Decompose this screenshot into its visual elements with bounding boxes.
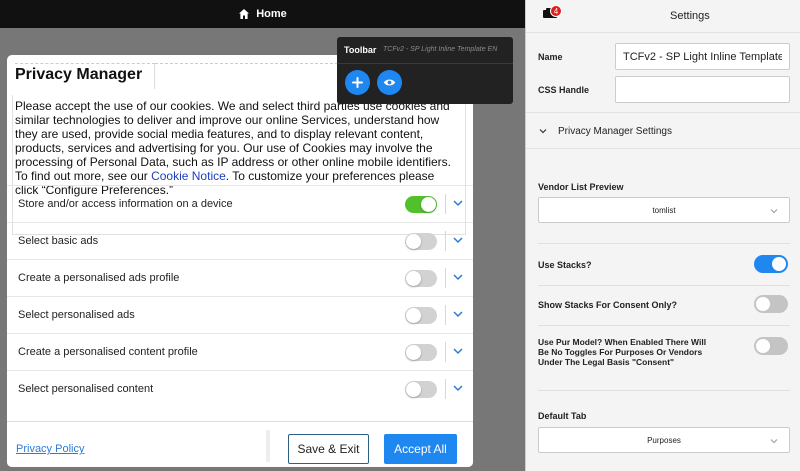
toggle-knob [406, 308, 421, 323]
vendor-list-label: Vendor List Preview [538, 182, 624, 192]
chevron-down-icon [770, 439, 778, 444]
divider [538, 285, 790, 286]
privacy-policy-link[interactable]: Privacy Policy [16, 443, 84, 455]
purpose-toggle[interactable] [405, 196, 437, 213]
toggle-knob [756, 297, 770, 311]
purpose-toggle[interactable] [405, 344, 437, 361]
divider [538, 325, 790, 326]
purpose-label: Store and/or access information on a dev… [18, 198, 233, 210]
css-handle-input[interactable] [615, 76, 790, 103]
purpose-row: Select personalised ads [7, 296, 473, 333]
save-exit-button[interactable]: Save & Exit [288, 434, 369, 464]
purpose-row: Store and/or access information on a dev… [7, 185, 473, 222]
purpose-label: Create a personalised ads profile [18, 272, 180, 284]
default-tab-select[interactable]: Purposes [538, 427, 790, 453]
pur-model-toggle[interactable] [754, 337, 788, 355]
chevron-down-icon[interactable] [451, 270, 465, 284]
footer-divider [266, 430, 270, 462]
cookie-notice-link[interactable]: Cookie Notice [151, 169, 226, 183]
toggle-knob [756, 339, 770, 353]
purpose-row: Select personalised content [7, 370, 473, 407]
name-input[interactable] [615, 43, 790, 70]
add-element-button[interactable] [345, 70, 370, 95]
toggle-knob [772, 257, 786, 271]
css-handle-label: CSS Handle [538, 85, 590, 95]
chevron-down-icon [539, 129, 547, 134]
chevron-down-icon[interactable] [451, 381, 465, 395]
settings-title: Settings [670, 10, 710, 22]
purpose-label: Select basic ads [18, 235, 99, 247]
chevron-down-icon[interactable] [451, 233, 465, 247]
use-stacks-label: Use Stacks? [538, 260, 592, 270]
toggle-knob [421, 197, 436, 212]
vendor-list-value: tomlist [652, 206, 676, 215]
row-separator [445, 342, 446, 362]
show-stacks-label: Show Stacks For Consent Only? [538, 300, 678, 310]
purpose-toggle[interactable] [405, 270, 437, 287]
toolbar-title: Toolbar [344, 45, 377, 55]
default-tab-label: Default Tab [538, 411, 587, 421]
default-tab-value: Purposes [647, 436, 681, 445]
row-separator [445, 194, 446, 214]
chevron-down-icon[interactable] [451, 307, 465, 321]
toggle-knob [406, 234, 421, 249]
eye-icon [383, 79, 396, 86]
purpose-label: Create a personalised content profile [18, 346, 198, 358]
vendor-list-select[interactable]: tomlist [538, 197, 790, 223]
section-label: Privacy Manager Settings [558, 126, 672, 137]
home-icon [239, 9, 250, 19]
chevron-down-icon [770, 209, 778, 214]
chevron-down-icon[interactable] [451, 344, 465, 358]
purpose-row: Create a personalised content profile [7, 333, 473, 370]
chevron-down-icon[interactable] [451, 196, 465, 210]
home-link[interactable]: Home [256, 8, 287, 20]
purpose-toggle[interactable] [405, 307, 437, 324]
use-stacks-toggle[interactable] [754, 255, 788, 273]
preview-button[interactable] [377, 70, 402, 95]
name-label: Name [538, 52, 563, 62]
show-stacks-toggle[interactable] [754, 295, 788, 313]
pur-model-label: Use Pur Model? When Enabled There Will B… [538, 337, 707, 367]
top-bar: Home [0, 0, 525, 28]
row-separator [445, 305, 446, 325]
divider [538, 243, 790, 244]
purpose-row: Create a personalised ads profile [7, 259, 473, 296]
row-separator [445, 268, 446, 288]
privacy-manager-modal: Privacy Manager Please accept the use of… [7, 55, 473, 467]
settings-panel: 4 Settings Name CSS Handle Privacy Manag… [525, 0, 800, 471]
toggle-knob [406, 382, 421, 397]
row-separator [445, 379, 446, 399]
purpose-label: Select personalised ads [18, 309, 135, 321]
floating-toolbar: Toolbar TCFv2 - SP Light Inline Template… [337, 37, 513, 104]
toggle-knob [406, 345, 421, 360]
row-separator [445, 231, 446, 251]
purpose-row: Select basic ads [7, 222, 473, 259]
privacy-manager-footer: Privacy Policy Save & Exit Accept All [7, 421, 473, 467]
purpose-label: Select personalised content [18, 383, 154, 395]
accept-all-button[interactable]: Accept All [384, 434, 457, 464]
purpose-toggle[interactable] [405, 381, 437, 398]
privacy-description: Please accept the use of our cookies. We… [15, 99, 459, 197]
privacy-manager-title: Privacy Manager [15, 66, 143, 83]
divider [538, 390, 790, 391]
toolbar-template-name: TCFv2 - SP Light Inline Template EN [383, 46, 498, 53]
toolbar-divider [337, 63, 513, 64]
notification-badge: 4 [550, 5, 562, 17]
purpose-toggle[interactable] [405, 233, 437, 250]
preview-canvas: Home Privacy Manager Please accept the u… [0, 0, 525, 471]
toggle-knob [406, 271, 421, 286]
plus-icon [352, 77, 363, 88]
settings-header: 4 Settings [526, 0, 800, 33]
privacy-manager-settings-section[interactable]: Privacy Manager Settings [526, 112, 800, 149]
